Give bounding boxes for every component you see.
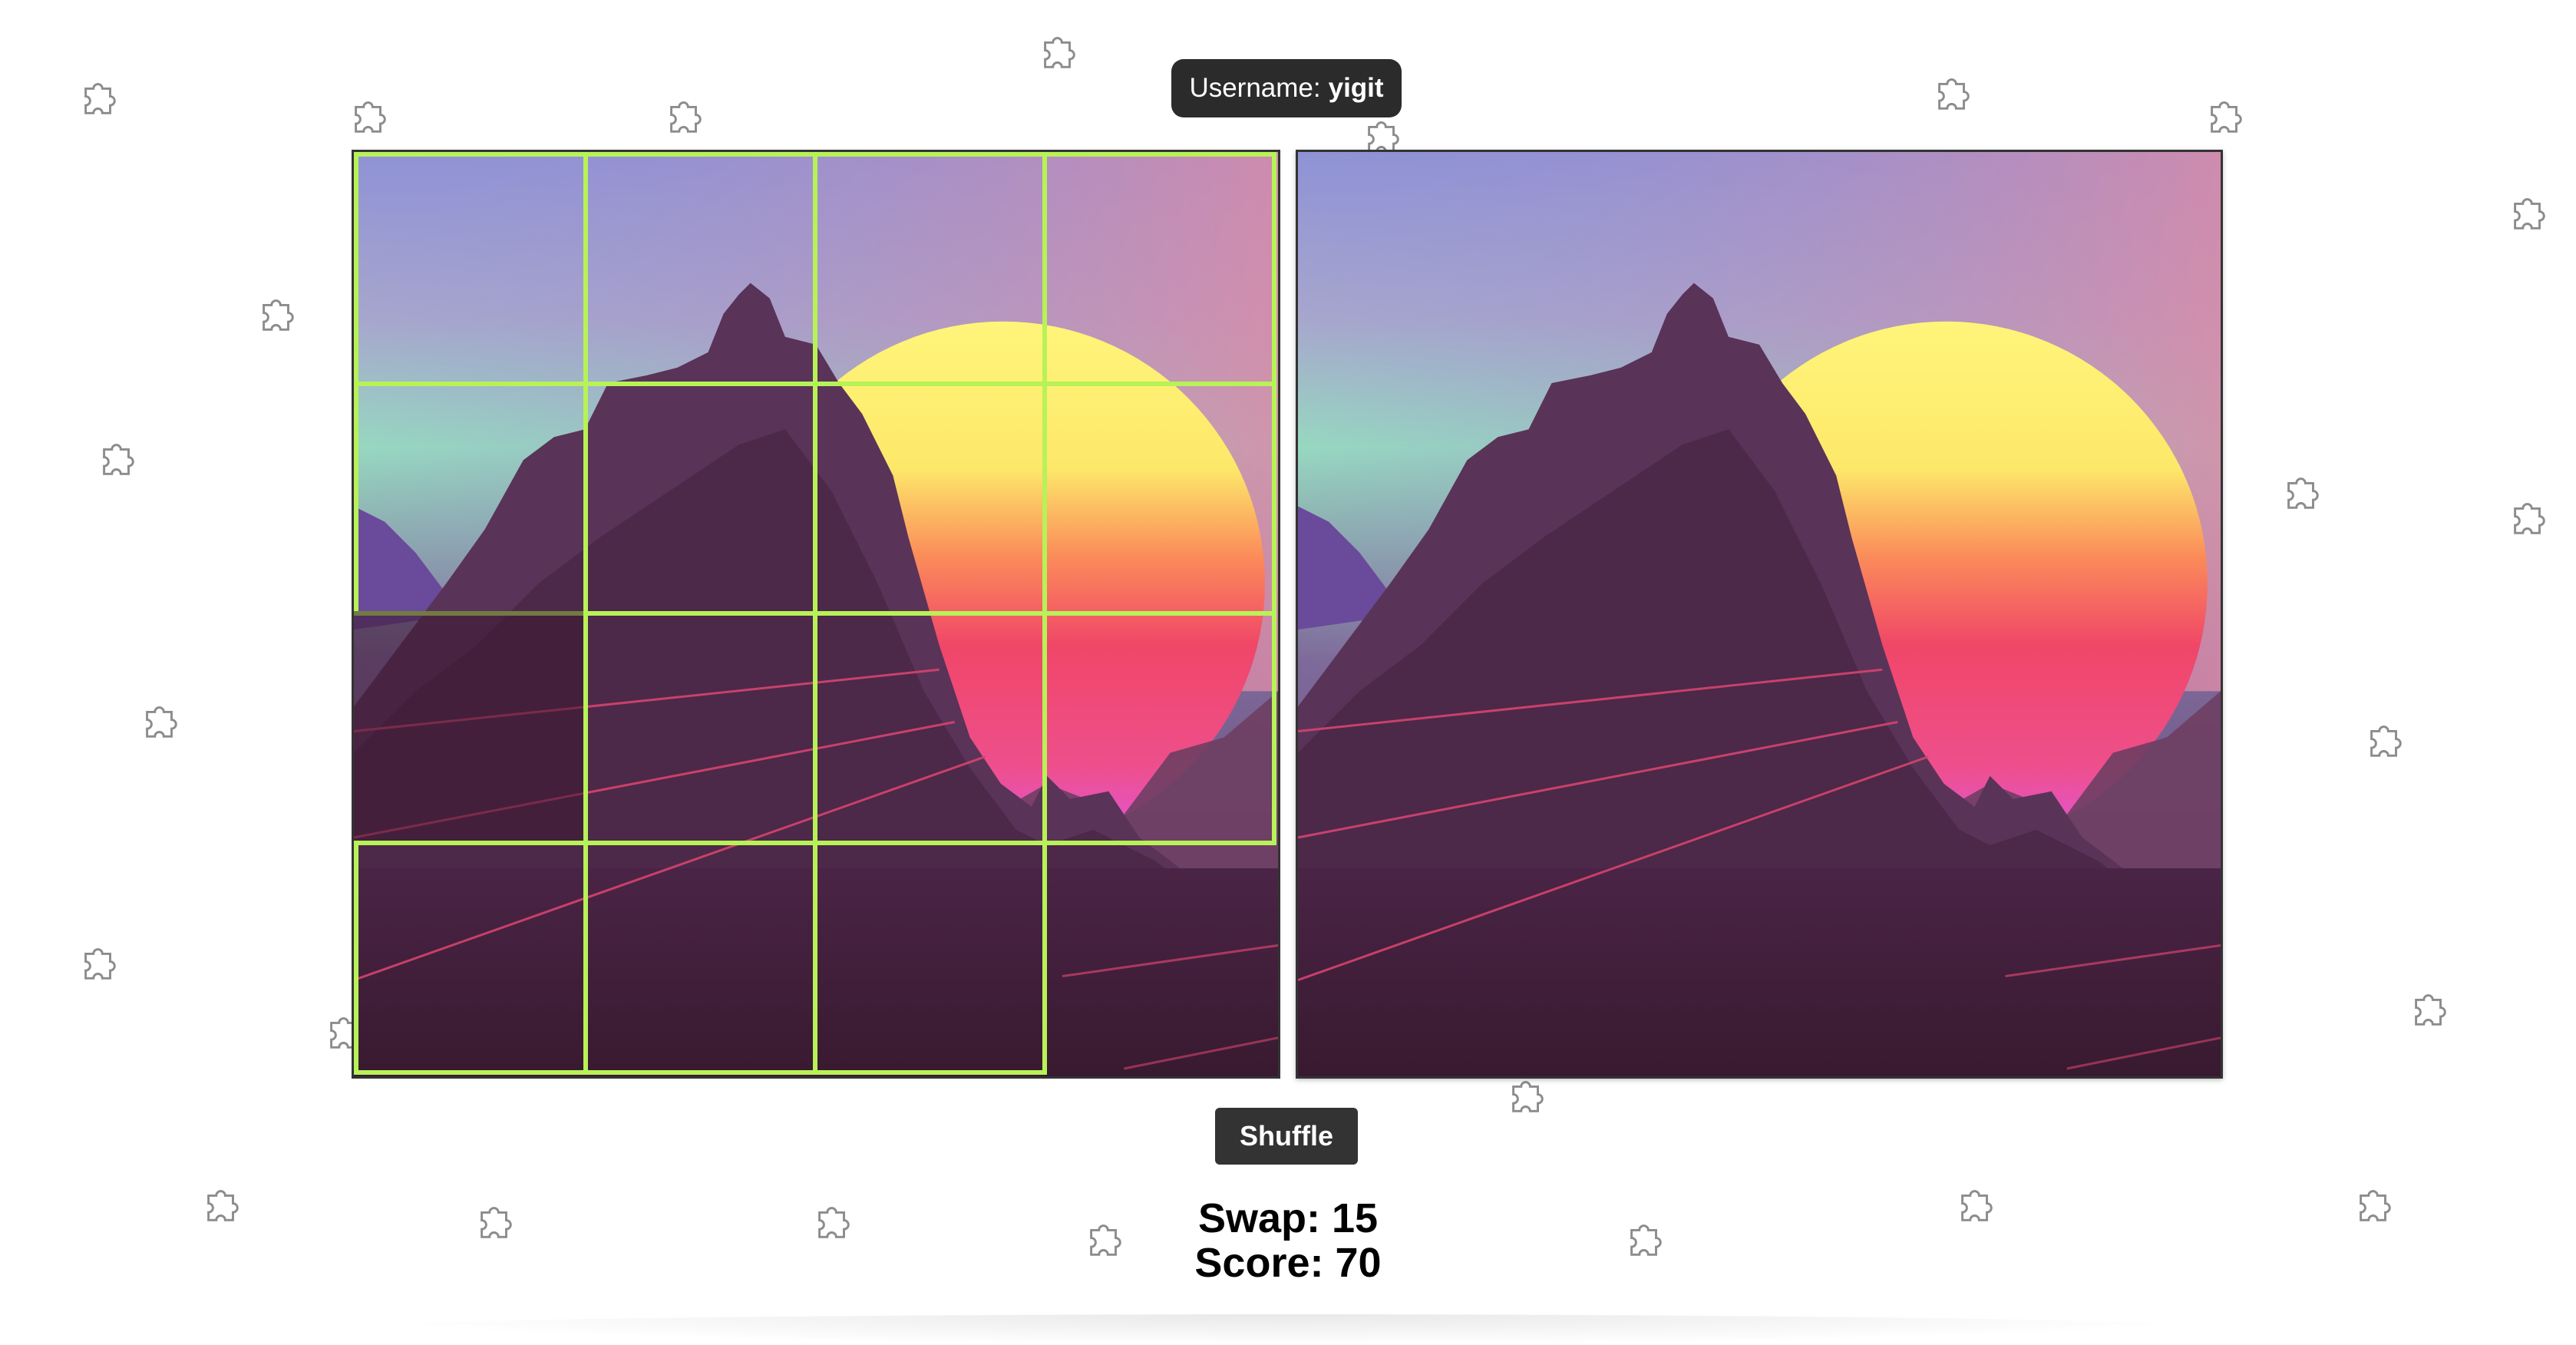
puzzle-piece-icon (1036, 29, 1081, 74)
reference-picture (1298, 152, 2221, 1076)
swap-counter: Swap: 15 (1075, 1196, 1501, 1241)
puzzle-tile[interactable] (1042, 611, 1276, 845)
score-counter: Score: 70 (1075, 1241, 1501, 1285)
username-label: Username: (1189, 73, 1321, 103)
puzzle-piece-icon (1623, 1217, 1667, 1261)
score-value: 70 (1335, 1240, 1382, 1286)
puzzle-piece-icon (347, 94, 391, 138)
puzzle-piece-icon (2203, 94, 2247, 138)
puzzle-piece-icon (1504, 1073, 1549, 1118)
puzzle-tile[interactable] (1042, 841, 1272, 1070)
puzzle-piece-icon (473, 1199, 517, 1244)
puzzle-piece-icon (2407, 986, 2452, 1031)
puzzle-tile[interactable] (583, 611, 817, 845)
puzzle-piece-icon (77, 75, 121, 120)
score-label: Score: (1194, 1240, 1324, 1286)
puzzle-tile[interactable] (1042, 152, 1276, 386)
puzzle-tile[interactable] (583, 382, 817, 616)
puzzle-tile[interactable] (813, 611, 1047, 845)
puzzle-piece-icon (1930, 71, 1975, 115)
reference-image (1296, 150, 2223, 1079)
puzzle-tile[interactable] (583, 152, 817, 386)
puzzle-tile[interactable] (813, 382, 1047, 616)
puzzle-piece-icon (200, 1182, 244, 1227)
username-value: yigit (1328, 73, 1384, 103)
puzzle-tile[interactable] (354, 841, 588, 1075)
puzzle-tile[interactable] (354, 382, 588, 616)
puzzle-piece-icon (2280, 470, 2324, 514)
puzzle-piece-icon (2352, 1182, 2396, 1227)
shuffle-button[interactable]: Shuffle (1215, 1108, 1358, 1165)
puzzle-piece-icon (2363, 718, 2407, 762)
puzzle-board (352, 150, 1280, 1079)
puzzle-tile[interactable] (813, 152, 1047, 386)
puzzle-piece-icon (255, 292, 299, 336)
footer-shadow (322, 1314, 2257, 1345)
puzzle-piece-icon (2506, 495, 2551, 540)
username-badge: Username: yigit (1171, 59, 1402, 117)
puzzle-piece-icon (2506, 190, 2551, 235)
puzzle-tile[interactable] (1042, 382, 1276, 616)
swap-value: 15 (1331, 1195, 1379, 1241)
puzzle-tile[interactable] (813, 841, 1047, 1075)
swap-label: Swap: (1197, 1195, 1320, 1241)
puzzle-tile[interactable] (583, 841, 817, 1075)
puzzle-tile[interactable] (354, 152, 588, 386)
puzzle-piece-icon (662, 94, 707, 138)
puzzle-piece-icon (95, 436, 140, 481)
puzzle-piece-icon (77, 940, 121, 985)
puzzle-piece-icon (811, 1199, 855, 1244)
puzzle-piece-icon (138, 699, 183, 743)
puzzle-tile[interactable] (354, 611, 583, 841)
puzzle-piece-icon (1953, 1182, 1998, 1227)
